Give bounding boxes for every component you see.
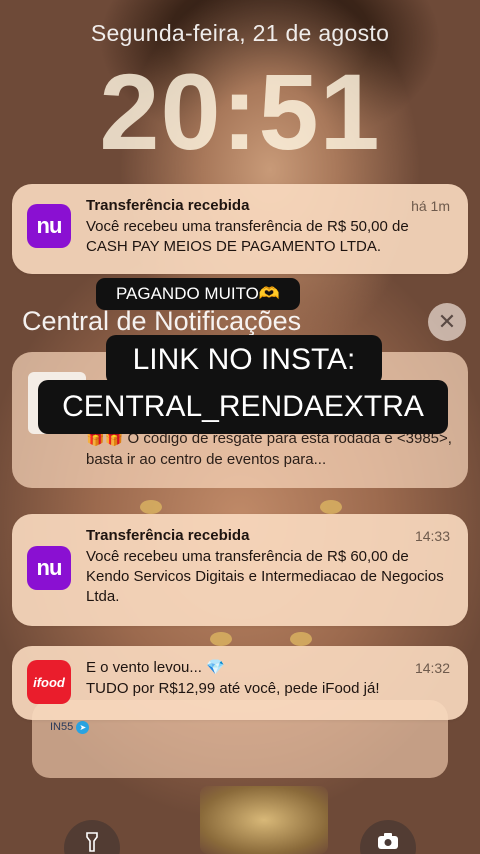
chain-decoration xyxy=(140,500,162,514)
notification-time: há 1m xyxy=(411,198,450,214)
chain-decoration xyxy=(290,632,312,646)
wallpaper-poster xyxy=(200,786,328,854)
stacked-notification-badge: IN55 ➤ xyxy=(50,721,90,734)
notification-time: 14:33 xyxy=(414,528,450,544)
nubank-icon: nu xyxy=(27,546,71,590)
overlay-tag-link-line2: CENTRAL_RENDAEXTRA xyxy=(38,380,448,434)
notification-nubank-1[interactable]: nu Transferência recebida há 1m Você rec… xyxy=(12,184,468,274)
lock-time: 20:51 xyxy=(99,51,381,172)
notification-time: 14:32 xyxy=(414,660,450,676)
notification-body: Você recebeu uma transferência de R$ 60,… xyxy=(86,548,444,605)
notification-nubank-2[interactable]: nu Transferência recebida 14:33 Você rec… xyxy=(12,514,468,626)
camera-icon[interactable] xyxy=(360,820,416,854)
ifood-icon: ifood xyxy=(27,660,71,704)
flashlight-icon[interactable] xyxy=(64,820,120,854)
notification-center-header: Central de Notificações xyxy=(22,306,302,336)
notification-ifood[interactable]: ifood E o vento levou... 💎 14:32 TUDO po… xyxy=(12,646,468,720)
notification-body-hidden: 🎁🎁 O código de resgate para esta rodada … xyxy=(86,430,452,468)
close-icon[interactable]: ✕ xyxy=(428,303,466,341)
chain-decoration xyxy=(210,632,232,646)
notification-title: Transferência recebida xyxy=(86,527,250,544)
notification-body: Você recebeu uma transferência de R$ 50,… xyxy=(86,218,409,255)
notification-title: Transferência recebida xyxy=(86,197,250,214)
nubank-icon: nu xyxy=(27,204,71,248)
chain-decoration xyxy=(320,500,342,514)
notification-title: E o vento levou... 💎 xyxy=(86,659,225,676)
lock-date: Segunda-feira, 21 de agosto xyxy=(90,20,390,46)
notification-body: TUDO por R$12,99 até você, pede iFood já… xyxy=(86,680,380,697)
telegram-icon: ➤ xyxy=(76,721,90,734)
overlay-tag-link-line1: LINK NO INSTA: xyxy=(106,335,382,385)
